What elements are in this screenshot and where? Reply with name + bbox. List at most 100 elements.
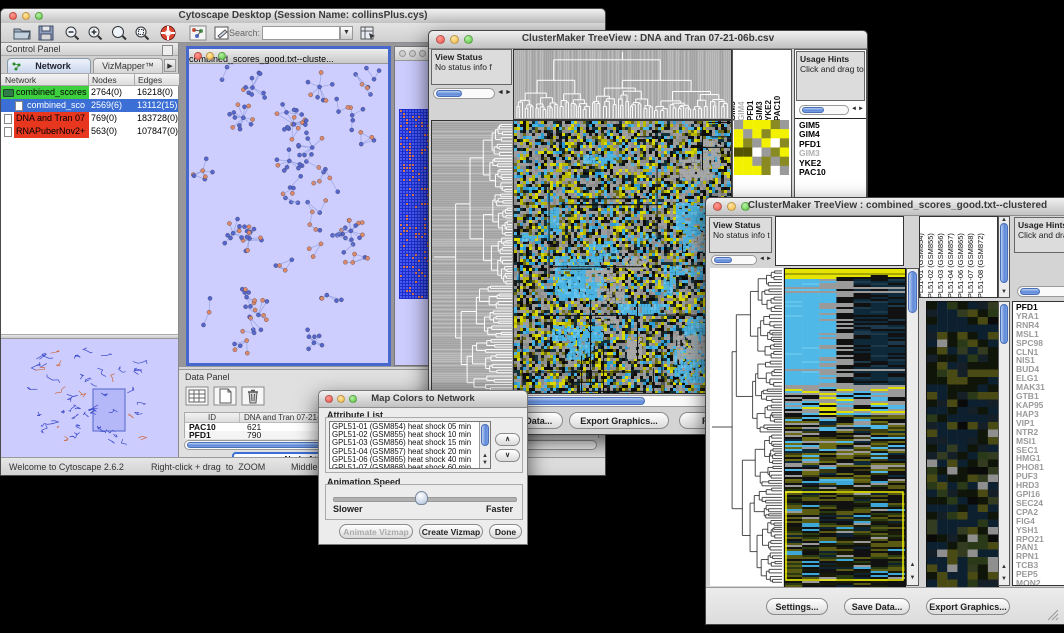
network-list-row[interactable]: combined_scores2764(0)16218(0) <box>1 86 178 99</box>
network-node[interactable] <box>237 224 241 228</box>
network-node[interactable] <box>292 122 296 126</box>
tv1-selected-cluster-matrix[interactable] <box>734 120 789 175</box>
network-node[interactable] <box>365 86 369 90</box>
tv2-column-dendrogram-area[interactable] <box>775 216 904 266</box>
network-node[interactable] <box>312 335 316 339</box>
network-list-row[interactable]: DNA and Tran 07769(0)183728(0) <box>1 112 178 125</box>
network-node[interactable] <box>346 105 350 109</box>
gene-list-item[interactable]: PAC10 <box>799 168 826 177</box>
network-node[interactable] <box>247 230 251 234</box>
network-node[interactable] <box>233 348 237 352</box>
delete-attribute-icon[interactable] <box>241 386 265 406</box>
scroll-right-arrow[interactable]: ► <box>766 256 772 262</box>
network-node[interactable] <box>242 225 246 229</box>
network-node[interactable] <box>339 298 343 302</box>
network-node[interactable] <box>201 169 205 173</box>
network-node[interactable] <box>292 108 296 112</box>
network-node[interactable] <box>317 179 321 183</box>
network-node[interactable] <box>244 295 248 299</box>
network-node[interactable] <box>328 176 332 180</box>
zoom-out-icon[interactable] <box>63 25 81 41</box>
network-node[interactable] <box>264 318 268 322</box>
tv1-heatmap[interactable] <box>513 120 732 394</box>
network-node[interactable] <box>310 145 314 149</box>
tv2-hints-scrollbar[interactable] <box>1017 286 1064 297</box>
network-node[interactable] <box>235 217 239 221</box>
network-node[interactable] <box>223 241 227 245</box>
network-node[interactable] <box>312 341 316 345</box>
network-node[interactable] <box>317 85 321 89</box>
network-node[interactable] <box>365 256 369 260</box>
network-node[interactable] <box>377 69 381 73</box>
network-node[interactable] <box>250 92 254 96</box>
network-node[interactable] <box>343 260 347 264</box>
col-edges[interactable]: Edges <box>135 73 179 86</box>
network-node[interactable] <box>210 170 214 174</box>
dialog-titlebar[interactable]: Map Colors to Network <box>319 391 527 408</box>
network-node[interactable] <box>283 196 287 200</box>
network-node[interactable] <box>291 186 295 190</box>
network-node[interactable] <box>334 299 338 303</box>
table-mode-icon[interactable] <box>185 386 209 406</box>
network-node[interactable] <box>305 328 309 332</box>
network-node[interactable] <box>290 191 294 195</box>
network-node[interactable] <box>243 287 247 291</box>
network-node[interactable] <box>296 126 300 130</box>
network-node[interactable] <box>318 228 322 232</box>
tv1-export-graphics-button[interactable]: Export Graphics... <box>569 412 669 429</box>
network-node[interactable] <box>370 135 374 139</box>
network-node[interactable] <box>296 143 300 147</box>
network-node[interactable] <box>248 304 252 308</box>
open-file-icon[interactable] <box>13 25 31 41</box>
network-node[interactable] <box>296 201 300 205</box>
network-node[interactable] <box>283 268 287 272</box>
network-node[interactable] <box>262 313 266 317</box>
network-node[interactable] <box>307 335 311 339</box>
search-dropdown-button[interactable]: ▼ <box>340 26 353 40</box>
network-node[interactable] <box>204 157 208 161</box>
network-node[interactable] <box>263 95 267 99</box>
network-node[interactable] <box>320 296 324 300</box>
tv2-status-scrollbar[interactable] <box>711 255 757 265</box>
network-node[interactable] <box>360 220 364 224</box>
minimize-button[interactable] <box>206 52 214 60</box>
network-node[interactable] <box>253 298 257 302</box>
scroll-down-arrow[interactable]: ▼ <box>480 460 490 467</box>
network-node[interactable] <box>282 168 286 172</box>
network-node[interactable] <box>261 298 265 302</box>
network-node[interactable] <box>317 334 321 338</box>
tab-overflow-button[interactable]: ▶ <box>164 59 176 72</box>
network-node[interactable] <box>296 166 300 170</box>
network-node[interactable] <box>287 148 291 152</box>
network-node[interactable] <box>298 162 302 166</box>
network-node[interactable] <box>284 110 288 114</box>
tv1-row-dendrogram[interactable] <box>431 120 513 394</box>
network-node[interactable] <box>319 242 323 246</box>
network-node[interactable] <box>236 103 240 107</box>
tv2-labels-scrollbar[interactable]: ▲ ▼ <box>998 216 1010 298</box>
network-node[interactable] <box>299 174 303 178</box>
overview-viewport-rect[interactable] <box>93 389 125 431</box>
network-node[interactable] <box>250 85 254 89</box>
tv2-selected-cluster-heatmap[interactable] <box>926 301 999 588</box>
scroll-left-arrow[interactable]: ◄ <box>497 89 504 96</box>
col-network[interactable]: Network <box>1 73 89 86</box>
tv2-save-data-button[interactable]: Save Data... <box>844 598 910 615</box>
network-node[interactable] <box>335 97 339 101</box>
network-node[interactable] <box>361 107 365 111</box>
network-node[interactable] <box>244 85 248 89</box>
scroll-down-arrow[interactable]: ▼ <box>999 576 1009 583</box>
network-node[interactable] <box>303 123 307 127</box>
network-node[interactable] <box>360 233 364 237</box>
tv2-row-dendrogram[interactable] <box>710 268 783 586</box>
search-config-icon[interactable] <box>359 25 377 41</box>
scroll-left-arrow[interactable]: ◄ <box>851 106 857 112</box>
tv1-hints-scrollbar[interactable] <box>799 105 849 115</box>
network-node[interactable] <box>319 70 323 74</box>
network-node[interactable] <box>285 125 289 129</box>
attribute-list-item[interactable]: GPL51-07 (GSM868) heat shock 60 min <box>332 464 478 469</box>
network-node[interactable] <box>246 248 250 252</box>
network-node[interactable] <box>347 218 351 222</box>
tv1-column-dendrogram[interactable] <box>513 49 732 120</box>
network-node[interactable] <box>233 115 237 119</box>
